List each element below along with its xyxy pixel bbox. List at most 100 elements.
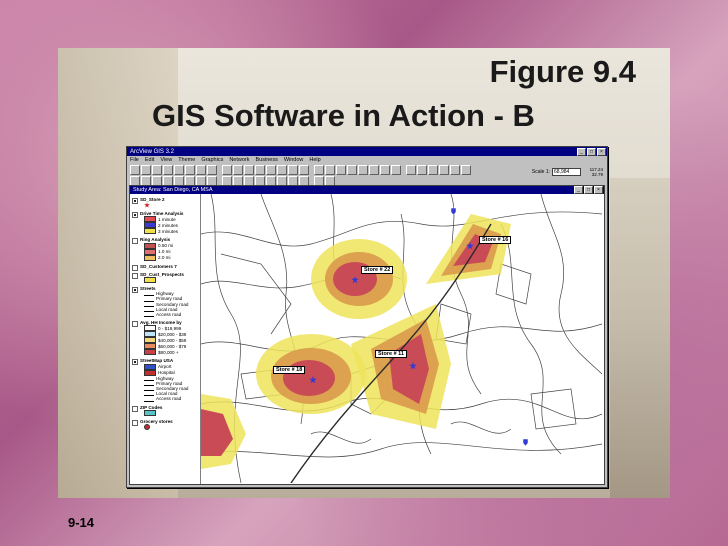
tool-button[interactable] xyxy=(325,175,335,186)
theme-visibility-checkbox[interactable] xyxy=(132,272,138,279)
legend-swatch xyxy=(144,254,156,261)
theme-name: SD_Customers 7 xyxy=(140,263,177,269)
button-bar-button[interactable] xyxy=(314,164,324,175)
button-bar-button[interactable] xyxy=(428,164,438,175)
menu-graphics[interactable]: Graphics xyxy=(201,157,223,163)
minimize-button[interactable]: _ xyxy=(577,147,586,156)
theme-visibility-checkbox[interactable] xyxy=(132,321,138,328)
tool-button[interactable] xyxy=(185,175,195,186)
button-bar-button[interactable] xyxy=(266,164,276,175)
button-bar-button[interactable] xyxy=(185,164,195,175)
legend-swatch xyxy=(144,369,156,376)
tool-button[interactable] xyxy=(152,175,162,186)
tool-button[interactable] xyxy=(222,175,232,186)
button-bar-button[interactable] xyxy=(299,164,309,175)
theme-visibility-checkbox[interactable] xyxy=(132,212,138,219)
tool-button[interactable] xyxy=(174,175,184,186)
view-minimize-button[interactable]: _ xyxy=(574,186,583,194)
button-bar-button[interactable] xyxy=(325,164,335,175)
menu-view[interactable]: View xyxy=(160,157,172,163)
table-of-contents: SD_Store 2 Drive Time Analysis 1 minute 2 m… xyxy=(130,194,201,484)
button-bar-button[interactable] xyxy=(255,164,265,175)
map-canvas xyxy=(201,194,602,483)
toc-theme[interactable]: SD_Store 2 xyxy=(130,197,200,208)
tool-button[interactable] xyxy=(314,175,324,186)
menu-file[interactable]: File xyxy=(130,157,139,163)
button-bar-button[interactable] xyxy=(222,164,232,175)
toc-theme[interactable]: ZIP Codes xyxy=(130,405,200,416)
legend-swatch xyxy=(144,277,156,284)
tool-button[interactable] xyxy=(196,175,206,186)
legend-entry xyxy=(140,409,200,416)
button-bar-button[interactable] xyxy=(380,164,390,175)
tool-button[interactable] xyxy=(299,175,309,186)
button-bar-button[interactable] xyxy=(233,164,243,175)
toc-theme[interactable]: SD_Customers 7 xyxy=(130,263,200,271)
tool-button[interactable] xyxy=(233,175,243,186)
button-bar-button[interactable] xyxy=(130,164,140,175)
button-bar-button[interactable] xyxy=(347,164,357,175)
menu-theme[interactable]: Theme xyxy=(178,157,195,163)
tool-button[interactable] xyxy=(163,175,173,186)
button-bar-button[interactable] xyxy=(417,164,427,175)
button-bar-button[interactable] xyxy=(358,164,368,175)
tool-button[interactable] xyxy=(255,175,265,186)
toc-theme[interactable]: StreetMap USA Airport Hospital Highway Prima… xyxy=(130,358,200,402)
button-bar-button[interactable] xyxy=(174,164,184,175)
button-bar-button[interactable] xyxy=(244,164,254,175)
legend-entry xyxy=(140,277,200,284)
theme-visibility-checkbox[interactable] xyxy=(132,198,138,204)
button-bar-button[interactable] xyxy=(141,164,151,175)
tool-button[interactable] xyxy=(277,175,287,186)
map-display[interactable]: Store # 16 Store # 22 Store # 11 Store #… xyxy=(201,194,602,483)
legend-entry: $80,000 + xyxy=(140,349,200,356)
button-bar-button[interactable] xyxy=(288,164,298,175)
button-bar-button[interactable] xyxy=(391,164,401,175)
theme-visibility-checkbox[interactable] xyxy=(132,405,138,412)
tool-button[interactable] xyxy=(141,175,151,186)
button-bar-button[interactable] xyxy=(461,164,471,175)
legend-entry: Access road xyxy=(140,312,200,318)
menu-help[interactable]: Help xyxy=(309,157,320,163)
tool-button[interactable] xyxy=(207,175,217,186)
toc-theme[interactable]: Streets Highway Primary road Secondary road… xyxy=(130,286,200,318)
theme-visibility-checkbox[interactable] xyxy=(132,419,138,426)
tool-button[interactable] xyxy=(244,175,254,186)
button-bar-button[interactable] xyxy=(439,164,449,175)
menu-business[interactable]: Business xyxy=(256,157,278,163)
theme-visibility-checkbox[interactable] xyxy=(132,264,138,271)
scale-input[interactable]: 68,984 xyxy=(552,168,581,176)
button-bar-button[interactable] xyxy=(406,164,416,175)
view-close-button[interactable]: × xyxy=(594,186,603,194)
button-bar-button[interactable] xyxy=(196,164,206,175)
toc-theme[interactable]: SD_Cust_Prospects xyxy=(130,272,200,284)
tool-button[interactable] xyxy=(130,175,140,186)
button-bar-button[interactable] xyxy=(450,164,460,175)
legend-entry: Access road xyxy=(140,396,200,402)
maximize-button[interactable]: □ xyxy=(587,147,596,156)
legend-label: 2.0 mi xyxy=(158,255,171,260)
button-bar-button[interactable] xyxy=(207,164,217,175)
toc-theme[interactable]: Ring Analysis 0.50 mi 1.0 mi 2.0 mi xyxy=(130,237,200,261)
tool-button[interactable] xyxy=(266,175,276,186)
menu-window[interactable]: Window xyxy=(284,157,304,163)
toc-theme[interactable]: Grocery stores xyxy=(130,419,200,431)
legend-label: 2 minutes xyxy=(158,222,178,228)
menu-network[interactable]: Network xyxy=(229,157,249,163)
button-bar-button[interactable] xyxy=(336,164,346,175)
theme-visibility-checkbox[interactable] xyxy=(132,287,138,294)
view-title: Study Area: San Diego, CA MSA xyxy=(133,187,213,193)
button-bar-button[interactable] xyxy=(152,164,162,175)
button-bar-button[interactable] xyxy=(277,164,287,175)
theme-visibility-checkbox[interactable] xyxy=(132,359,138,366)
tool-button[interactable] xyxy=(288,175,298,186)
button-bar-button[interactable] xyxy=(369,164,379,175)
toc-theme[interactable]: Drive Time Analysis 1 minute 2 minutes 3 mi… xyxy=(130,211,200,235)
toc-theme[interactable]: Avg. HH Income by 0 - $19,999 $20,000 - $3… xyxy=(130,320,200,356)
theme-visibility-checkbox[interactable] xyxy=(132,238,138,245)
button-bar-button[interactable] xyxy=(163,164,173,175)
legend-label: Access road xyxy=(156,312,182,318)
view-maximize-button[interactable]: □ xyxy=(584,186,593,194)
menu-edit[interactable]: Edit xyxy=(145,157,154,163)
close-button[interactable]: × xyxy=(597,147,606,156)
